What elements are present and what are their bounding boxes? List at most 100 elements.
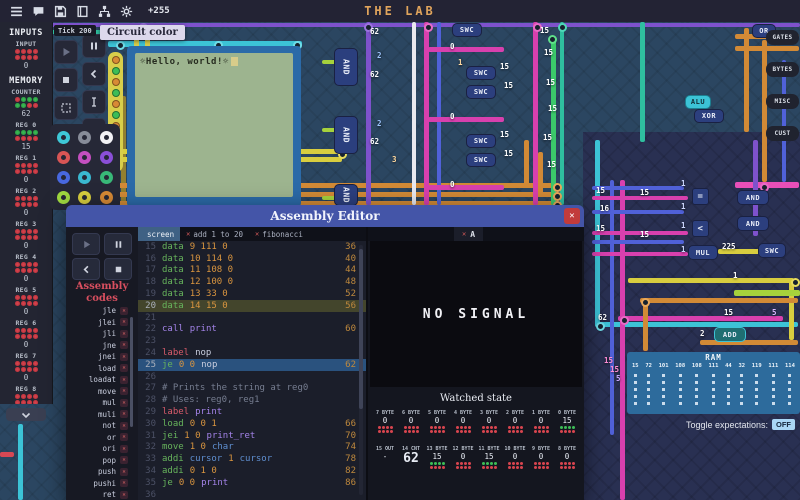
code-line[interactable]: 31 jei 1 0 print_ret 70 <box>138 430 366 442</box>
code-line[interactable]: 21 <box>138 312 366 324</box>
wire[interactable] <box>789 278 794 340</box>
wire[interactable] <box>782 60 786 182</box>
wire-junction[interactable] <box>548 35 557 44</box>
wire-junction[interactable] <box>424 23 433 32</box>
remove-opcode-icon[interactable]: ✕ <box>120 352 128 361</box>
opcode-item[interactable]: jnei ✕ <box>66 351 138 363</box>
circuit-component[interactable]: AND <box>737 190 769 205</box>
led[interactable] <box>14 49 20 54</box>
wire[interactable] <box>700 340 798 345</box>
wire[interactable] <box>412 22 416 205</box>
wire-junction[interactable] <box>620 316 629 325</box>
code-editor[interactable]: 15 data 9 111 0 36 16 data 10 114 0 40 17 … <box>138 241 366 500</box>
opcode-item[interactable]: ori ✕ <box>66 443 138 455</box>
opcode-item[interactable]: pop ✕ <box>66 455 138 467</box>
color-swatch[interactable] <box>57 190 71 204</box>
circuit-component[interactable]: SWC <box>466 85 496 99</box>
remove-opcode-icon[interactable]: ✕ <box>120 329 128 338</box>
color-swatch[interactable] <box>57 150 71 164</box>
opcode-item[interactable]: or ✕ <box>66 432 138 444</box>
dialog-title[interactable]: Assembly Editor <box>66 205 584 227</box>
wire-junction[interactable] <box>116 41 125 50</box>
toggle-expectations-switch[interactable]: OFF <box>772 419 795 430</box>
opcode-item[interactable]: mul ✕ <box>66 397 138 409</box>
wire[interactable] <box>366 22 371 205</box>
circuit-component[interactable]: ADD <box>714 327 746 342</box>
code-line[interactable]: 20 data 14 15 0 56 <box>138 299 366 312</box>
code-line[interactable]: 28 # Uses: reg0, reg1 <box>138 394 366 406</box>
component-category-tab[interactable]: GATES <box>766 30 799 45</box>
opcode-item[interactable]: jlei ✕ <box>66 317 138 329</box>
circuit-component[interactable]: AND <box>334 116 358 154</box>
component-category-tab[interactable]: BYTES <box>766 62 799 77</box>
wire-junction[interactable] <box>791 278 800 287</box>
code-line[interactable]: 29 label print <box>138 406 366 418</box>
wire[interactable] <box>640 298 798 303</box>
circuit-component[interactable]: SWC <box>466 134 496 148</box>
code-line[interactable]: 22 call print 60 <box>138 324 366 336</box>
opcode-item[interactable]: move ✕ <box>66 386 138 398</box>
wire[interactable] <box>538 152 543 196</box>
wire[interactable] <box>18 424 23 500</box>
opcode-item[interactable]: loadat ✕ <box>66 374 138 386</box>
opcode-item[interactable]: jli ✕ <box>66 328 138 340</box>
remove-opcode-icon[interactable]: ✕ <box>120 444 128 453</box>
code-line[interactable]: 32 move 1 0 char 74 <box>138 442 366 454</box>
close-tab-icon[interactable]: ✕ <box>186 230 190 238</box>
remove-opcode-icon[interactable]: ✕ <box>120 467 128 476</box>
remove-opcode-icon[interactable]: ✕ <box>120 387 128 396</box>
code-scrollbar-thumb[interactable] <box>359 249 363 409</box>
code-line[interactable]: 15 data 9 111 0 36 <box>138 241 366 253</box>
monitor-tab[interactable]: ✕ A <box>454 227 484 241</box>
wire[interactable] <box>428 117 504 122</box>
wire[interactable] <box>620 180 625 500</box>
wire-junction[interactable] <box>553 183 562 192</box>
code-line[interactable]: 19 data 13 33 0 52 <box>138 288 366 300</box>
circuit-component[interactable]: SWC <box>758 243 786 258</box>
circuit-component[interactable]: AND <box>737 216 769 231</box>
wire-junction[interactable] <box>596 322 605 331</box>
led[interactable] <box>26 49 32 54</box>
led[interactable] <box>20 55 26 60</box>
circuit-component[interactable]: AND <box>334 184 358 206</box>
sidebar-collapse-button[interactable] <box>6 408 46 421</box>
wire[interactable] <box>640 22 645 142</box>
component-category-tab[interactable]: MISC <box>766 94 799 109</box>
circuit-component[interactable]: XOR <box>694 109 724 123</box>
opcode-item[interactable]: push ✕ <box>66 466 138 478</box>
code-line[interactable]: 25 je 0 0 nop 62 <box>138 358 366 371</box>
code-line[interactable]: 26 <box>138 371 366 383</box>
remove-opcode-icon[interactable]: ✕ <box>120 479 128 488</box>
color-swatch[interactable] <box>99 150 113 164</box>
color-swatch[interactable] <box>99 170 113 184</box>
led[interactable] <box>32 55 38 60</box>
wire[interactable] <box>560 22 564 205</box>
remove-opcode-icon[interactable]: ✕ <box>120 306 128 315</box>
wire[interactable] <box>592 186 684 190</box>
circuit-component[interactable]: MUL <box>688 245 718 260</box>
opcode-item[interactable]: ret ✕ <box>66 489 138 500</box>
color-swatch[interactable] <box>99 130 113 144</box>
wire-junction[interactable] <box>558 23 567 32</box>
wire[interactable] <box>610 180 614 435</box>
code-line[interactable]: 27 # Prints the string at reg0 <box>138 383 366 395</box>
code-line[interactable]: 34 addi 0 1 0 82 <box>138 465 366 477</box>
ram-component[interactable]: RAM 15 72 101 108 108 111 44 32 119 111 … <box>627 352 800 414</box>
wire[interactable] <box>762 40 767 182</box>
code-line[interactable]: 35 je 0 0 print 86 <box>138 477 366 489</box>
lcd-screen-component[interactable]: ☼Hello, world!☼ <box>127 46 301 207</box>
wire[interactable] <box>628 278 792 283</box>
led[interactable] <box>32 49 38 54</box>
editor-pause-button[interactable] <box>104 233 132 255</box>
wire[interactable] <box>551 38 556 205</box>
opcode-item[interactable]: jne ✕ <box>66 340 138 352</box>
stop-button[interactable] <box>54 68 78 92</box>
editor-stop-button[interactable] <box>104 258 132 280</box>
remove-opcode-icon[interactable]: ✕ <box>120 318 128 327</box>
circuit-component[interactable]: SWC <box>452 23 482 37</box>
step-back-button[interactable] <box>82 62 106 86</box>
color-swatch[interactable] <box>99 190 113 204</box>
remove-opcode-icon[interactable]: ✕ <box>120 398 128 407</box>
opcode-item[interactable]: load ✕ <box>66 363 138 375</box>
close-tab-icon[interactable]: ✕ <box>462 230 466 238</box>
